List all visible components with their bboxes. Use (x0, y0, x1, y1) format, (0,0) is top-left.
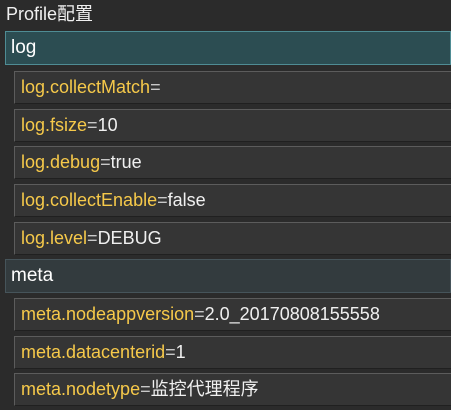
property-row-meta-nodeappversion[interactable]: meta.nodeappversion=2.0_20170808155558 (14, 298, 451, 331)
property-row-meta-datacenterid[interactable]: meta.datacenterid=1 (14, 336, 451, 369)
property-separator: = (165, 342, 176, 362)
property-key: meta.nodeappversion (21, 304, 195, 324)
property-separator: = (87, 228, 98, 248)
property-row-log-collectMatch[interactable]: log.collectMatch= (14, 71, 451, 104)
property-separator: = (140, 379, 151, 399)
property-row-log-collectEnable[interactable]: log.collectEnable=false (14, 184, 451, 217)
property-value: DEBUG (97, 228, 162, 248)
property-value: 2.0_20170808155558 (204, 304, 380, 324)
group-header-meta[interactable]: meta (5, 259, 451, 293)
property-value: 1 (175, 342, 186, 362)
property-separator: = (194, 304, 205, 324)
property-value: 监控代理程序 (150, 379, 259, 399)
group-header-log[interactable]: log (5, 31, 451, 65)
property-separator: = (150, 77, 161, 97)
property-separator: = (157, 190, 168, 210)
property-row-log-level[interactable]: log.level=DEBUG (14, 222, 451, 255)
property-key: meta.datacenterid (21, 342, 166, 362)
panel-title: Profile配置 (0, 0, 451, 31)
property-row-log-fsize[interactable]: log.fsize=10 (14, 109, 451, 142)
property-key: meta.nodetype (21, 379, 141, 399)
property-value: false (167, 190, 206, 210)
property-separator: = (87, 115, 98, 135)
property-key: log.collectMatch (21, 77, 151, 97)
property-separator: = (100, 152, 111, 172)
property-key: log.fsize (21, 115, 88, 135)
property-row-log-debug[interactable]: log.debug=true (14, 146, 451, 179)
property-key: log.level (21, 228, 88, 248)
property-value: true (110, 152, 142, 172)
property-key: log.collectEnable (21, 190, 158, 210)
property-row-meta-nodetype[interactable]: meta.nodetype=监控代理程序 (14, 373, 451, 406)
property-key: log.debug (21, 152, 101, 172)
property-value: 10 (97, 115, 118, 135)
